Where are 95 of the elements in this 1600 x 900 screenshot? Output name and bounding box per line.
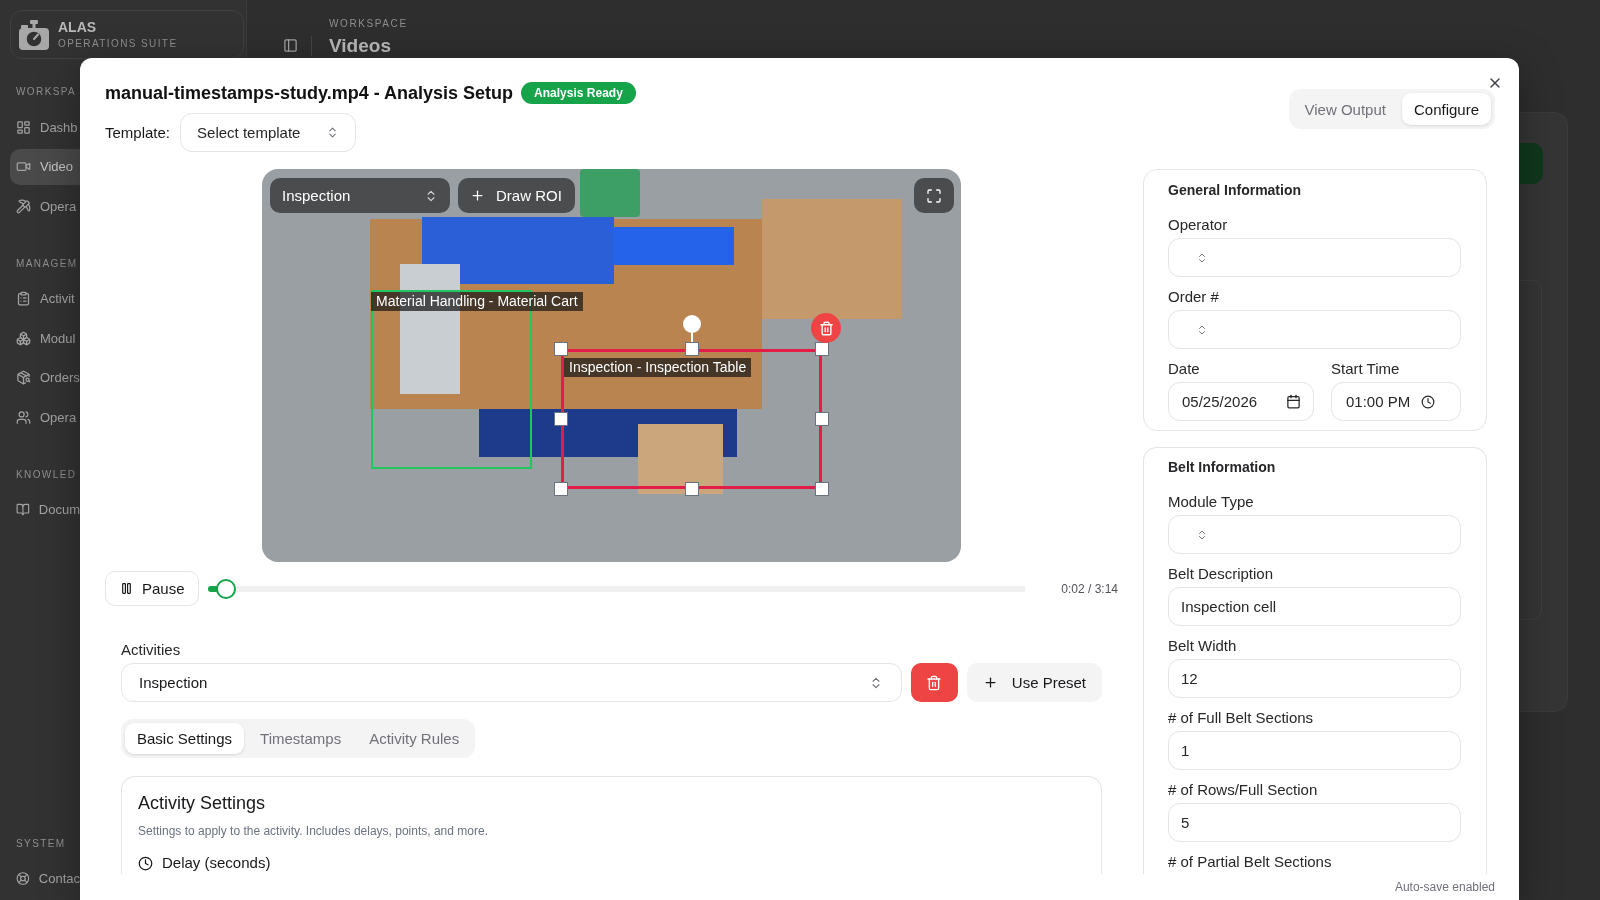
camera-icon [18,18,50,51]
delete-region-button[interactable] [811,313,841,343]
card-heading: Belt Information [1168,458,1276,476]
page-eyebrow: WORKSPACE [329,18,408,30]
field-label: Date [1168,360,1200,378]
time-readout: 0:02 / 3:14 [1061,581,1118,596]
select-field[interactable] [1168,310,1461,349]
clipboard-icon [16,291,31,306]
chevrons-icon [1196,251,1208,264]
clock-icon [1421,394,1436,409]
autosave-note: Auto-save enabled [1394,880,1495,894]
use-preset-button[interactable]: Use Preset [966,663,1102,702]
view-tab[interactable]: Configure [1401,93,1491,125]
field-label: Activities [121,641,181,659]
background-tile [1520,143,1543,184]
sidebar-item[interactable]: Activit [10,280,80,317]
region-label: Material Handling - Material Cart [371,292,583,311]
field-label: Belt Description [1168,565,1274,583]
resize-handle[interactable] [815,412,829,426]
field-label: Order # [1168,288,1219,306]
field-label: # of Full Belt Sections [1168,709,1314,727]
input-field[interactable]: 12 [1168,659,1461,698]
sidebar-item[interactable]: Orders [10,359,80,396]
settings-tab[interactable]: Activity Rules [357,723,472,754]
resize-handle[interactable] [554,412,568,426]
users-icon [16,409,31,425]
card-heading: General Information [1168,181,1302,199]
section-label: SYSTEM [16,836,66,851]
sidebar-item[interactable]: Contac [10,860,80,897]
resize-handle[interactable] [554,342,568,356]
field-label: Belt Width [1168,637,1237,655]
section-label: MANAGEM [16,256,78,271]
dialog-title: manual-timestamps-study.mp4 - Analysis Setup [105,82,514,104]
view-tab[interactable]: View Output [1292,93,1398,125]
settings-tab[interactable]: Timestamps [248,723,354,754]
pause-icon [120,582,133,595]
delete-button[interactable] [910,663,958,702]
status-badge: Analysis Ready [521,82,636,104]
plus-icon [982,675,998,690]
video-camera-icon [16,159,31,174]
resize-handle[interactable] [554,482,568,496]
clock-icon [138,855,153,871]
field-label: Delay (seconds) [162,853,271,873]
field-label: # of Partial Belt Sections [1168,853,1332,871]
sidebar-item[interactable]: Video [10,148,80,185]
activity-select[interactable]: Inspection [121,663,902,702]
field-label: Start Time [1331,360,1400,378]
page-title: Videos [329,34,391,58]
date-field[interactable]: 05/25/2026 [1168,382,1314,421]
input-field[interactable]: 1 [1168,731,1461,770]
sidebar-item[interactable]: Modul [10,320,80,356]
template-label: Template: [105,124,171,141]
field-label: Operator [1168,216,1228,234]
template-select[interactable]: Select template [180,113,357,152]
lifebuoy-icon [16,871,30,886]
resize-handle[interactable] [815,482,829,496]
brand-name: ALAS [58,19,97,35]
draw-roi-button[interactable]: Draw ROI [458,178,575,213]
activity-select[interactable]: Inspection [270,178,450,213]
field-label: Module Type [1168,493,1254,511]
calendar-icon [1286,394,1301,409]
boxes-icon [16,330,31,346]
field-label: # of Rows/Full Section [1168,781,1318,799]
fullscreen-button[interactable] [914,178,954,213]
region-label: Inspection - Inspection Table [564,358,752,377]
input-field[interactable]: Inspection cell [1168,587,1461,626]
brand-tagline: OPERATIONS SUITE [58,38,178,50]
pause-button[interactable]: Pause [105,571,199,606]
pickaxe-icon [16,198,31,214]
sidebar-toggle-icon[interactable] [283,38,298,53]
chevrons-icon [1196,323,1208,336]
card-description: Settings to apply to the activity. Includes delays, points, and more. [138,823,488,839]
slider-thumb[interactable] [215,578,236,599]
rotate-handle[interactable] [682,315,701,342]
book-icon [16,502,30,517]
sidebar-item[interactable]: Docum [10,491,80,528]
package-icon [16,370,31,385]
sidebar-item[interactable]: Opera [10,399,80,435]
section-label: KNOWLED [16,467,77,482]
select-field[interactable] [1168,238,1461,277]
plus-icon [470,188,485,203]
trash-icon [926,674,943,691]
chevrons-icon [1196,528,1208,541]
card-title: Activity Settings [138,792,266,814]
select-field[interactable] [1168,515,1461,554]
input-field[interactable]: 5 [1168,803,1461,842]
trash-icon [818,320,834,336]
time-field[interactable]: 01:00 PM [1331,382,1461,421]
fullscreen-icon [926,187,942,204]
resize-handle[interactable] [815,342,829,356]
sidebar-item[interactable]: Opera [10,188,80,224]
section-label: WORKSPA [16,85,77,99]
settings-tab[interactable]: Basic Settings [125,723,245,754]
grid-icon [16,119,31,135]
sidebar-item[interactable]: Dashb [10,109,80,145]
